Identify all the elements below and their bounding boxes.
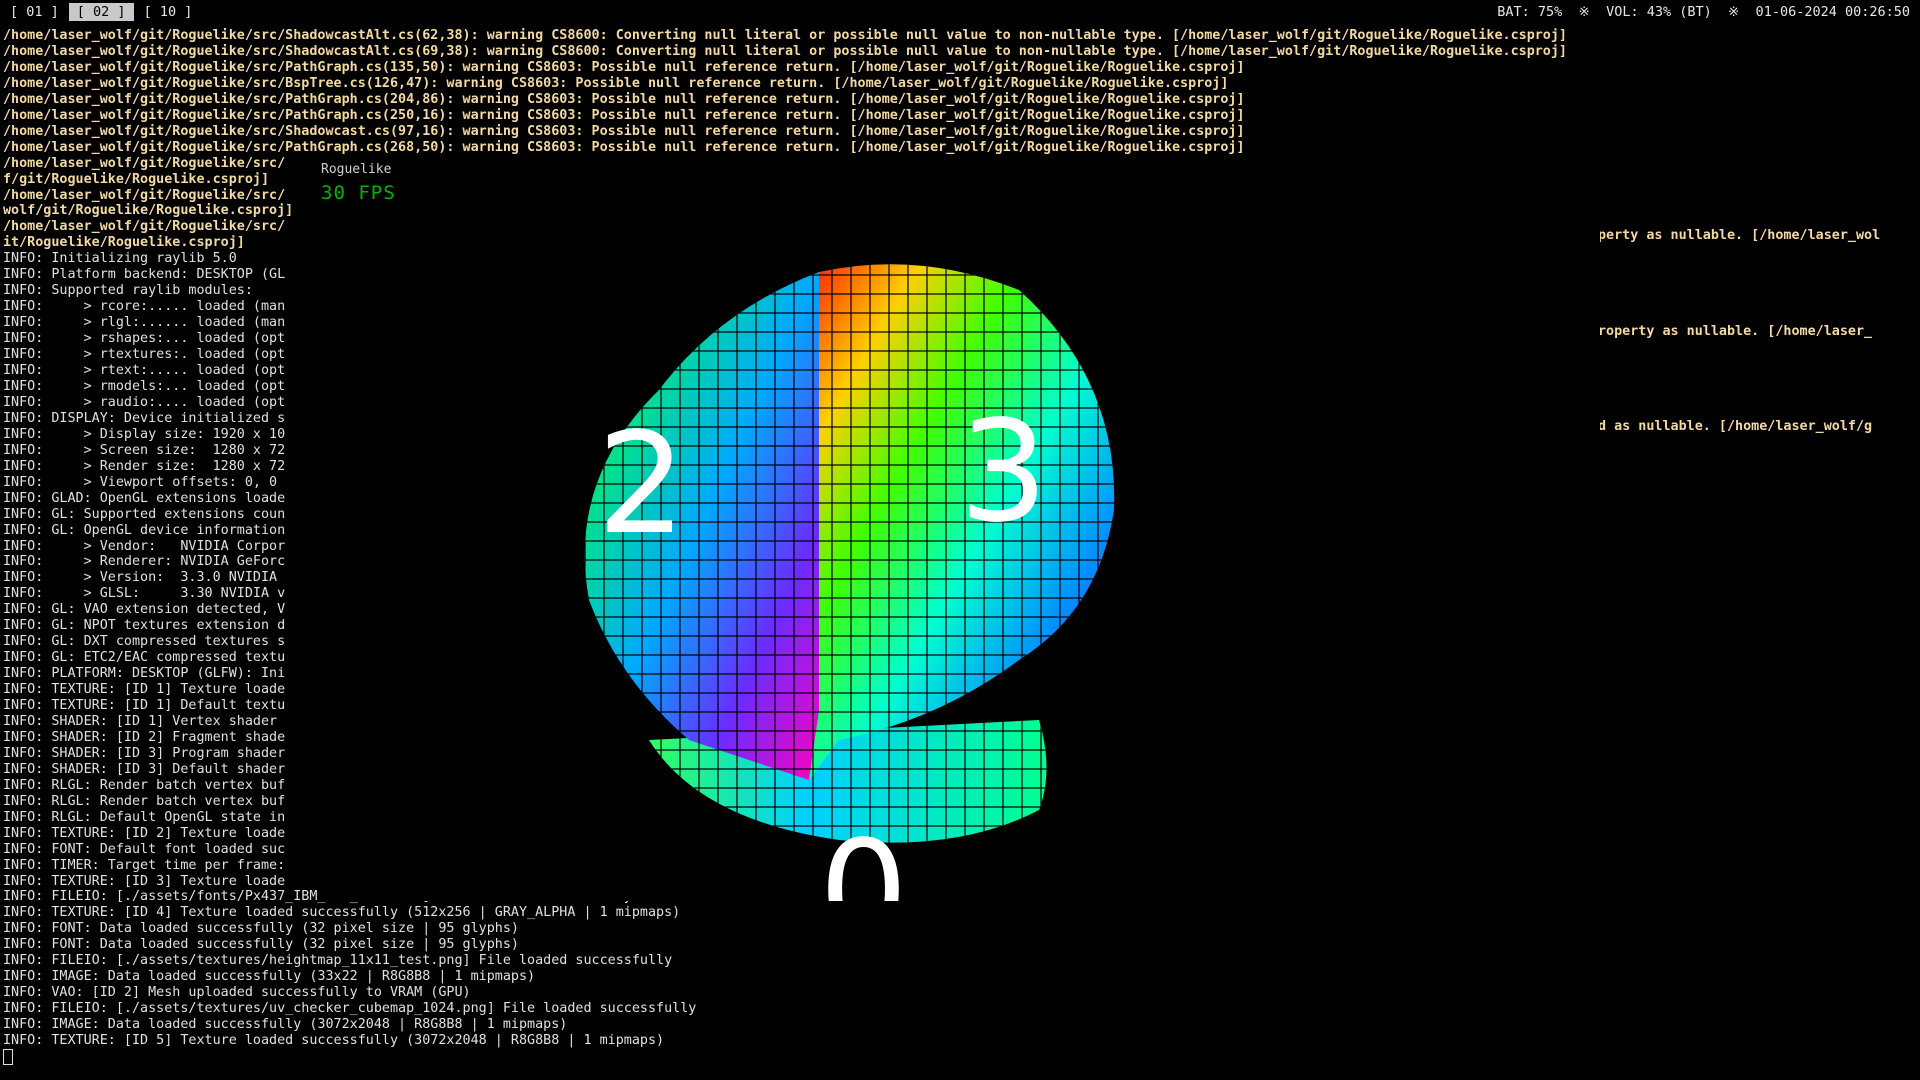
terminal-line: /home/laser_wolf/git/Roguelike/src/PathG… (3, 91, 1245, 107)
cube-face-label: 2 (597, 403, 686, 566)
terminal-line: /home/laser_wolf/git/Roguelike/src/Shado… (3, 123, 1245, 139)
system-status: BAT: 75% ※ VOL: 43% (BT) ※ 01-06-2024 00… (1497, 4, 1910, 20)
cube-render: 2 3 0 (584, 264, 1115, 901)
terminal-line: INFO: FILEIO: [./assets/textures/uv_chec… (3, 1001, 697, 1017)
terminal-line: /home/laser_wolf/git/Roguelike/src/PathG… (3, 59, 1245, 75)
terminal-line: /home/laser_wolf/git/Roguelike/src/PathG… (3, 107, 1245, 123)
terminal-line: /home/laser_wolf/git/Roguelike/src/Shado… (3, 43, 1567, 59)
terminal-line: /home/laser_wolf/git/Roguelike/src/PathG… (3, 139, 1245, 155)
terminal-line: INFO: IMAGE: Data loaded successfully (3… (3, 969, 536, 985)
top-status-bar: [ 01 ] [ 02 ] [ 10 ] BAT: 75% ※ VOL: 43%… (0, 0, 1920, 24)
game-viewport[interactable]: 2 3 0 30 FPS (319, 180, 1600, 901)
terminal-right-fragments: perty as nullable. [/home/laser_wol rope… (1598, 156, 1920, 475)
terminal-line: INFO: FONT: Data loaded successfully (32… (3, 937, 519, 953)
fragment-line: roperty as nullable. [/home/laser_ (1598, 323, 1873, 339)
terminal-prompt[interactable] (3, 1049, 1917, 1066)
terminal-line: INFO: VAO: [ID 2] Mesh uploaded successf… (3, 985, 471, 1001)
fps-counter: 30 FPS (321, 182, 396, 204)
workspace-10[interactable]: [ 10 ] (136, 3, 201, 21)
fragment-line: perty as nullable. [/home/laser_wol (1598, 227, 1881, 243)
terminal-line: /home/laser_wolf/git/Roguelike/src/BspTr… (3, 75, 1229, 91)
game-window[interactable]: Roguelike 2 3 0 30 FPS (319, 160, 1602, 901)
terminal-line: INFO: TEXTURE: [ID 5] Texture loaded suc… (3, 1033, 665, 1049)
terminal-line: INFO: FONT: Data loaded successfully (32… (3, 921, 519, 937)
cube-face-label: 0 (819, 811, 908, 901)
cube-face-label: 3 (959, 391, 1048, 554)
workspace-01[interactable]: [ 01 ] (2, 3, 67, 21)
terminal-line: INFO: TEXTURE: [ID 4] Texture loaded suc… (3, 905, 681, 921)
terminal-line: INFO: IMAGE: Data loaded successfully (3… (3, 1017, 568, 1033)
game-window-title[interactable]: Roguelike (319, 160, 1602, 180)
terminal-line: /home/laser_wolf/git/Roguelike/src/Shado… (3, 28, 1567, 43)
terminal-line: INFO: FILEIO: [./assets/textures/heightm… (3, 953, 673, 969)
workspace-02[interactable]: [ 02 ] (68, 3, 134, 21)
cursor-icon (3, 1049, 13, 1065)
fragment-line: d as nullable. [/home/laser_wolf/g (1598, 419, 1873, 435)
